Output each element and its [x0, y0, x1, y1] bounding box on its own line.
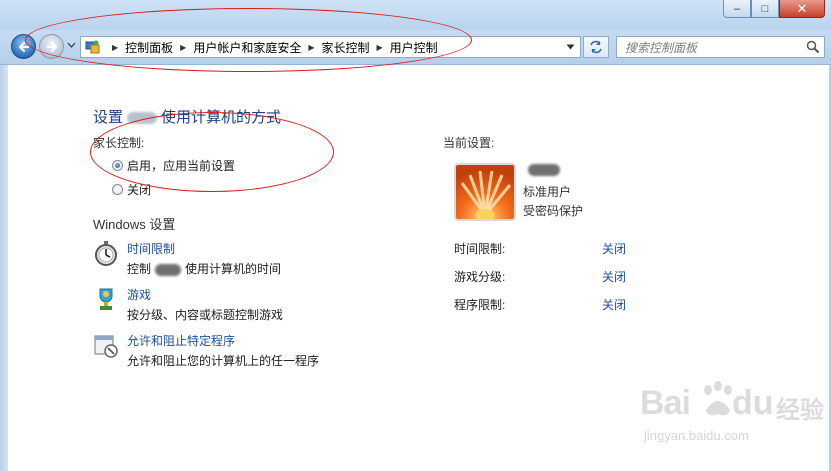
user-avatar — [454, 163, 516, 221]
back-button[interactable] — [11, 34, 36, 59]
baidu-paw-icon — [704, 381, 732, 416]
game-trophy-icon — [99, 288, 113, 310]
watermark-url: jingyan.baidu.com — [644, 428, 749, 443]
address-bar[interactable]: ▶ 控制面板 ▶ 用户帐户和家庭安全 ▶ 家长控制 ▶ 用户控制 — [80, 36, 581, 58]
navigation-toolbar: ▶ 控制面板 ▶ 用户帐户和家庭安全 ▶ 家长控制 ▶ 用户控制 — [0, 30, 831, 65]
redacted-username — [127, 112, 158, 125]
title-bar: – □ ✕ — [0, 0, 831, 30]
address-dropdown-button[interactable] — [562, 38, 578, 56]
window-controls: – □ ✕ — [723, 0, 825, 20]
games-description: 按分级、内容或标题控制游戏 — [127, 308, 284, 322]
time-limits-description: 控制 使用计算机的时间 — [127, 262, 282, 276]
forward-button[interactable] — [39, 34, 64, 59]
breadcrumb-separator-icon[interactable]: ▶ — [377, 43, 383, 52]
close-icon: ✕ — [796, 0, 808, 16]
maximize-button[interactable]: □ — [751, 0, 779, 18]
watermark-brand-suffix: du — [732, 384, 774, 422]
breadcrumb-user-controls[interactable]: 用户控制 — [390, 39, 438, 56]
setting-value-programs[interactable]: 关闭 — [602, 296, 626, 313]
radio-enable-button[interactable] — [112, 160, 123, 171]
maximize-icon: □ — [761, 2, 769, 15]
setting-value-games[interactable]: 关闭 — [602, 268, 626, 285]
window-frame-left — [0, 65, 8, 471]
refresh-icon — [590, 40, 602, 54]
page-title-suffix: 使用计算机的方式 — [161, 109, 282, 126]
radio-off[interactable]: 关闭 — [112, 181, 151, 198]
breadcrumb-user-accounts[interactable]: 用户帐户和家庭安全 — [193, 39, 301, 56]
minimize-icon: – — [733, 2, 741, 15]
redacted-username — [528, 164, 560, 176]
search-input[interactable] — [623, 38, 797, 58]
programs-description: 允许和阻止您的计算机上的任一程序 — [127, 354, 320, 368]
recent-pages-dropdown-icon[interactable] — [67, 42, 76, 48]
setting-name-games: 游戏分级: — [454, 270, 506, 284]
breadcrumb-separator-icon[interactable]: ▶ — [308, 43, 314, 52]
user-type-label: 标准用户 — [523, 185, 572, 199]
breadcrumb-separator-icon[interactable]: ▶ — [180, 43, 186, 52]
minimize-button[interactable]: – — [723, 0, 751, 18]
setting-name-time: 时间限制: — [454, 242, 506, 256]
user-picture-flower-icon — [456, 165, 514, 219]
radio-enable[interactable]: 启用，应用当前设置 — [112, 157, 235, 174]
control-panel-icon — [85, 40, 100, 54]
chevron-down-icon — [566, 44, 574, 50]
games-item: 游戏 按分级、内容或标题控制游戏 — [93, 286, 283, 323]
parental-controls-label: 家长控制: — [93, 136, 145, 150]
radio-off-button[interactable] — [112, 184, 123, 195]
password-status-label: 受密码保护 — [523, 204, 584, 218]
radio-off-label[interactable]: 关闭 — [127, 181, 151, 198]
search-box[interactable] — [616, 36, 825, 58]
redacted-username — [155, 263, 182, 276]
programs-link[interactable]: 允许和阻止特定程序 — [127, 332, 319, 349]
time-limits-item: 时间限制 控制 使用计算机的时间 — [93, 240, 281, 277]
page-title: 设置 使用计算机的方式 — [93, 106, 281, 127]
programs-item: 允许和阻止特定程序 允许和阻止您的计算机上的任一程序 — [93, 332, 319, 369]
setting-value-time[interactable]: 关闭 — [602, 240, 626, 257]
current-settings-label: 当前设置: — [443, 136, 495, 150]
windows-settings-label: Windows 设置 — [93, 217, 176, 232]
search-icon[interactable] — [806, 40, 820, 54]
breadcrumb-parental-controls[interactable]: 家长控制 — [322, 39, 370, 56]
program-block-icon — [94, 335, 118, 358]
watermark-brand: Bai — [640, 384, 691, 422]
forward-arrow-icon — [46, 41, 57, 52]
breadcrumb-separator-icon[interactable]: ▶ — [112, 43, 118, 52]
baidu-watermark: Bai du 经验 jingyan.baidu.com — [638, 380, 828, 445]
page-title-prefix: 设置 — [93, 109, 124, 126]
breadcrumb-control-panel[interactable]: 控制面板 — [125, 39, 173, 56]
watermark-cn: 经验 — [776, 397, 824, 424]
games-link[interactable]: 游戏 — [127, 286, 283, 303]
setting-name-programs: 程序限制: — [454, 298, 506, 312]
close-button[interactable]: ✕ — [779, 0, 825, 18]
stopwatch-icon — [95, 241, 117, 266]
time-limits-link[interactable]: 时间限制 — [127, 240, 281, 257]
radio-enable-label[interactable]: 启用，应用当前设置 — [127, 157, 235, 174]
content-pane: 设置 使用计算机的方式 家长控制: 启用，应用当前设置 关闭 Windows 设置… — [8, 65, 829, 471]
refresh-button[interactable] — [583, 36, 609, 58]
back-arrow-icon — [18, 41, 29, 52]
